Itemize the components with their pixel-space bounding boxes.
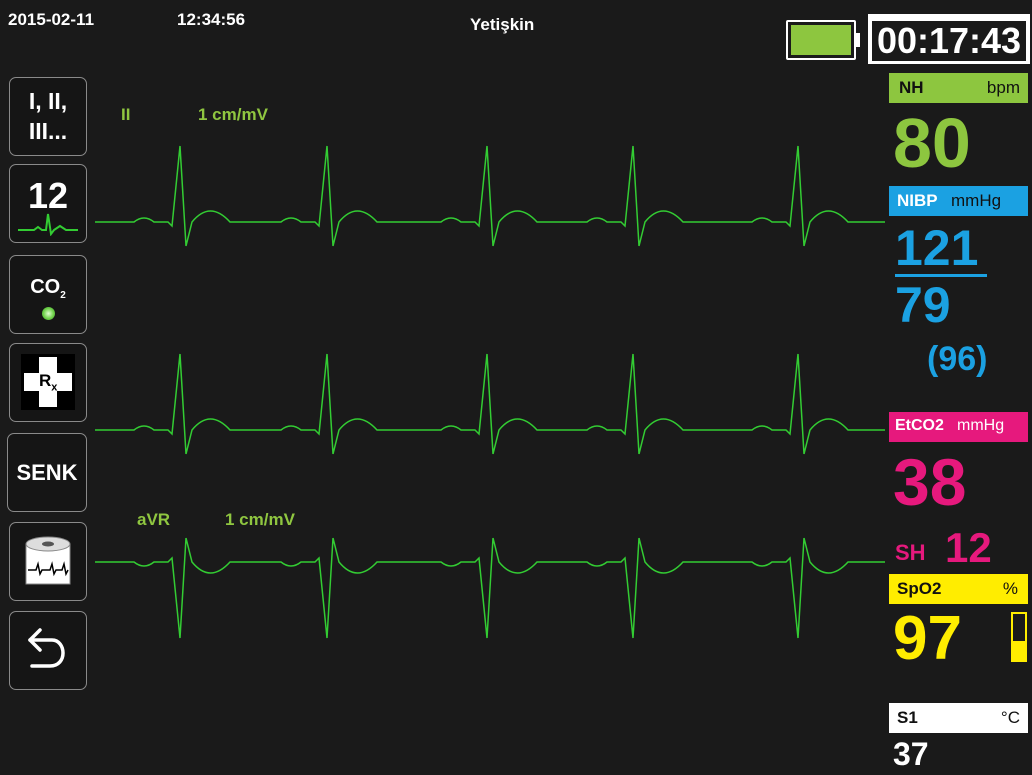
etco2-unit: mmHg [957,417,1005,434]
paper-roll-icon [25,536,71,584]
hr-header: NH bpm [889,73,1028,103]
time-display: 12:34:56 [177,10,246,29]
sync-label: SENK [16,459,78,485]
resp-rate-label: SH [895,540,926,565]
nibp-systolic: 121 [895,220,979,276]
co2-label: CO2 [30,276,66,301]
patient-mode: Yetişkin [470,15,535,34]
temp-label: S1 [897,708,918,727]
temp-header: S1 °C [889,703,1028,733]
temp-unit: °C [1000,708,1020,727]
hr-unit: bpm [986,78,1020,97]
rx-cross-icon: Rx [21,354,75,410]
lead-select-line2: III... [28,117,68,144]
spo2-signal-bar [1011,612,1027,662]
spo2-signal-fill [1013,640,1025,660]
spo2-label: SpO2 [897,579,942,598]
etco2-label: EtCO2 [895,417,944,434]
temp-value: 37 [893,736,929,772]
date-display: 2015-02-11 [8,10,95,29]
print-button[interactable] [9,522,87,601]
sync-button[interactable]: SENK [7,433,87,512]
resp-rate-value: 12 [945,524,992,571]
hr-value: 80 [893,104,971,182]
etco2-header: EtCO2 mmHg [889,412,1028,442]
ecg-mini-icon [18,213,78,236]
spo2-header: SpO2 % [889,574,1028,604]
ecg-waveform-area [95,145,885,639]
hr-label: NH [899,78,924,97]
etco2-value: 38 [893,445,967,519]
medication-button[interactable]: Rx [9,343,87,422]
elapsed-timer: 00:17:43 [872,21,1026,61]
nibp-label: NIBP [897,191,938,210]
monitor-screen: 2015-02-11 12:34:56 Yetişkin 00:17:43 I,… [0,0,1032,775]
co2-button[interactable]: CO2 [9,255,87,334]
lead-select-line1: I, II, [28,87,68,114]
elapsed-timer-box: 00:17:43 [868,14,1030,64]
co2-status-indicator [41,307,55,320]
spo2-value: 97 [893,604,962,673]
lead-select-button[interactable]: I, II, III... [9,77,87,156]
back-arrow-icon [28,627,65,668]
nibp-header: NIBP mmHg [889,186,1028,216]
nibp-diastolic: 79 [895,277,951,333]
back-button[interactable] [9,611,87,690]
twelve-lead-button[interactable]: 12 [9,164,87,243]
ecg-trace-middle [95,353,885,455]
nibp-mean: (96) [927,340,988,378]
battery-icon [786,20,860,60]
spo2-unit: % [1002,579,1018,598]
ecg-trace-avr [95,537,885,639]
nibp-unit: mmHg [951,191,1002,210]
twelve-lead-label: 12 [27,175,69,216]
ecg-trace-lead-ii [95,145,885,247]
